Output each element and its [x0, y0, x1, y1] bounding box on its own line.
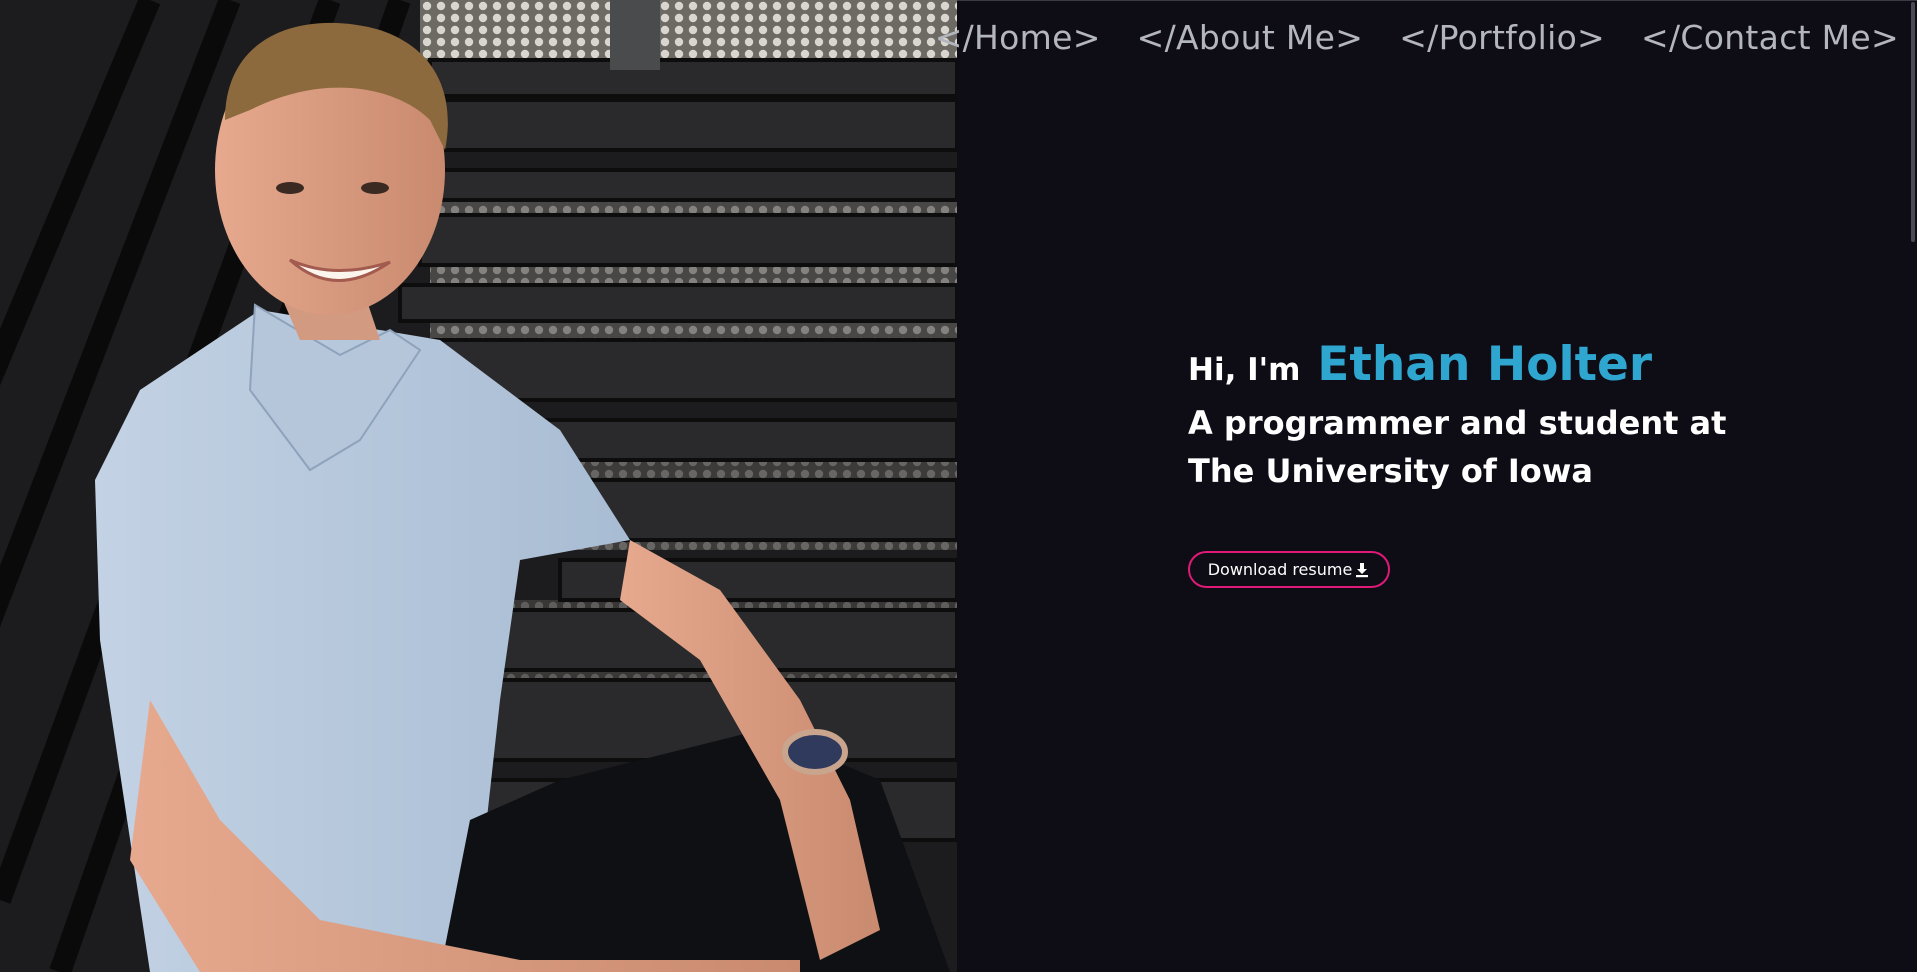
nav-home[interactable]: </Home> [935, 18, 1101, 57]
download-resume-button[interactable]: Download resume [1188, 551, 1390, 588]
hero-tagline-line1: A programmer and student at [1188, 404, 1727, 442]
top-divider [957, 0, 1917, 1]
portrait-photo [0, 0, 957, 972]
hero-section: Hi, I'm Ethan Holter A programmer and st… [1188, 338, 1888, 495]
scrollbar[interactable] [1911, 2, 1915, 242]
hero-greeting-line: Hi, I'm Ethan Holter [1188, 338, 1888, 397]
download-icon [1356, 562, 1369, 577]
nav-about-me[interactable]: </About Me> [1137, 18, 1364, 57]
download-resume-label: Download resume [1207, 560, 1353, 579]
nav-contact-me[interactable]: </Contact Me> [1641, 18, 1899, 57]
main-nav: </Home> </About Me> </Portfolio> </Conta… [935, 18, 1899, 57]
hero-name: Ethan Holter [1317, 337, 1653, 392]
nav-portfolio[interactable]: </Portfolio> [1399, 18, 1605, 57]
hero-tagline: A programmer and student at The Universi… [1188, 399, 1888, 495]
hero-greeting: Hi, I'm [1188, 352, 1301, 388]
hero-tagline-line2: The University of Iowa [1188, 452, 1593, 490]
